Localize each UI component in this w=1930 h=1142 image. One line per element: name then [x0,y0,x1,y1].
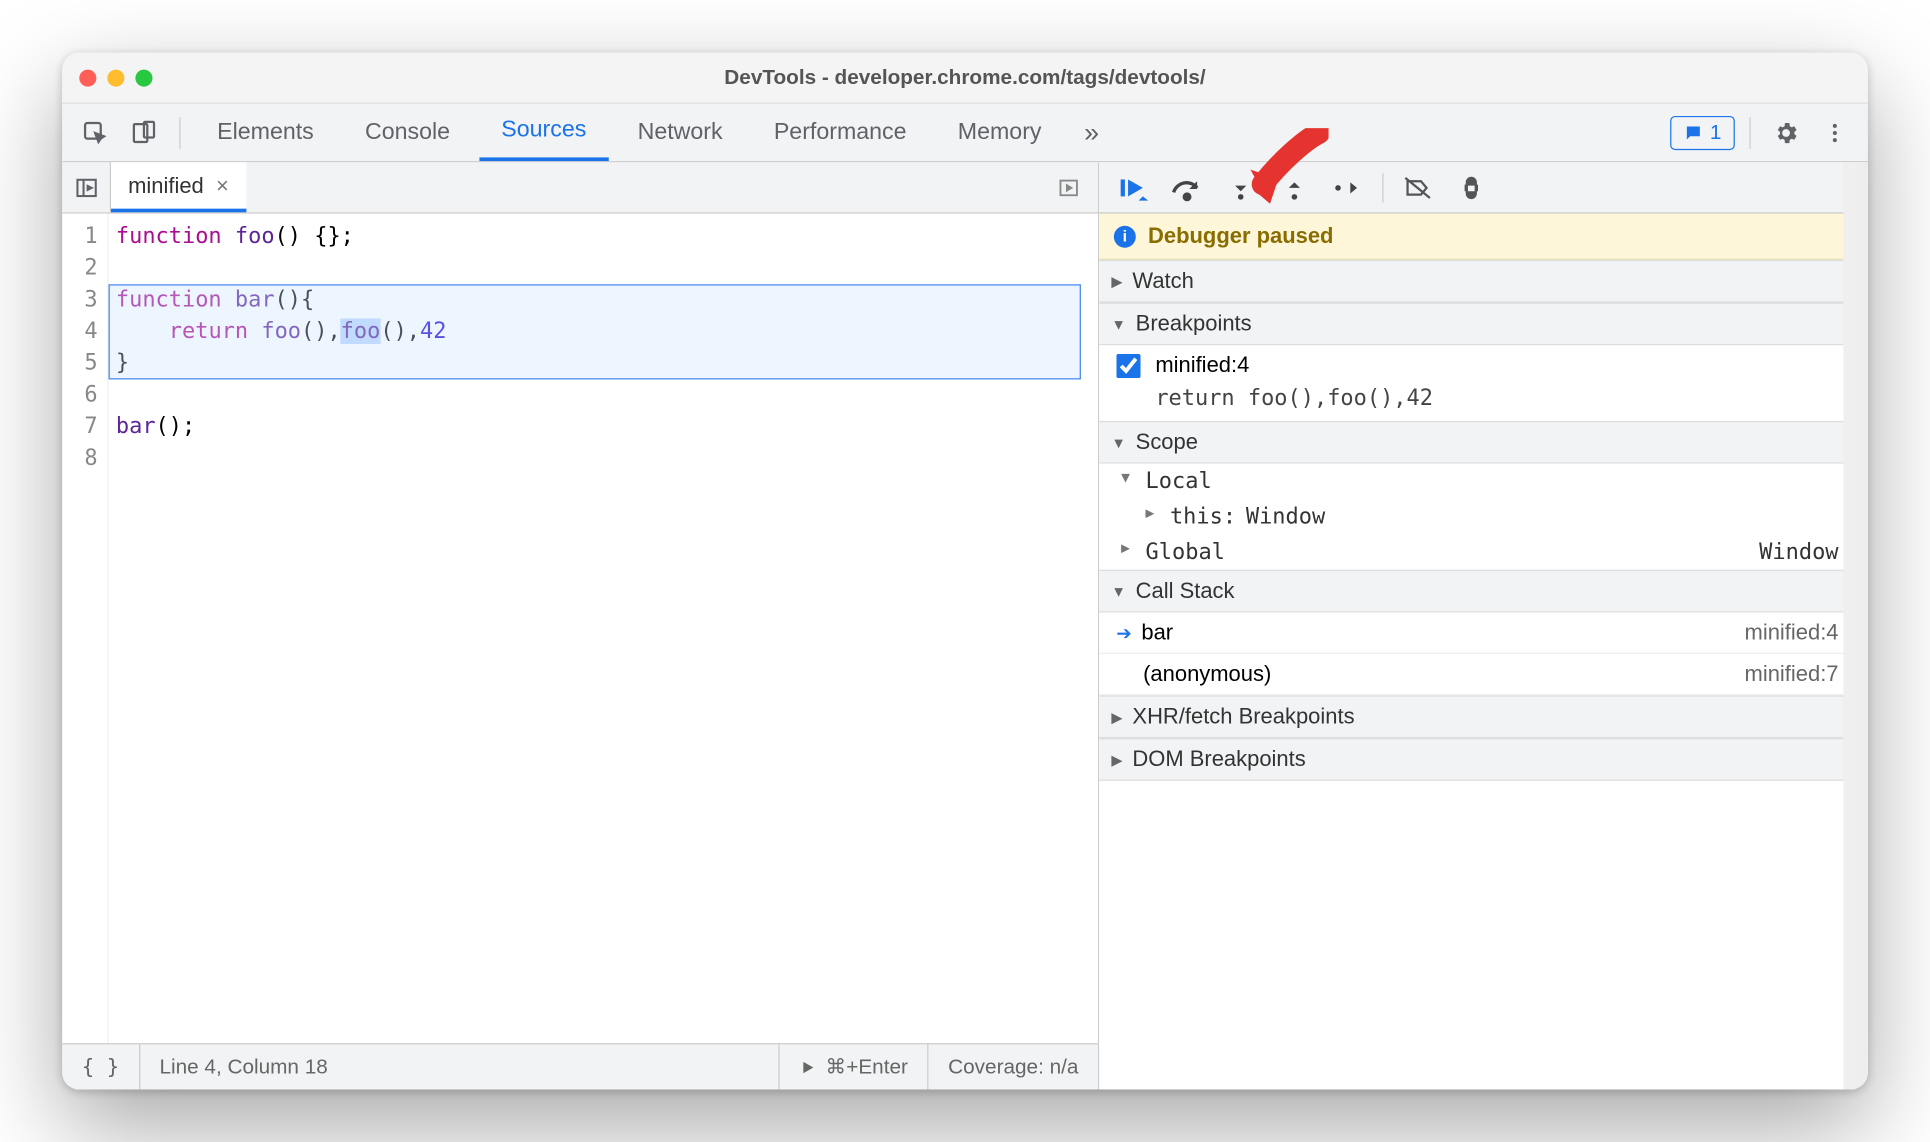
run-snippet-icon[interactable] [1047,176,1098,198]
code-area[interactable]: function foo() {};function bar(){ return… [109,214,1098,1044]
code-editor[interactable]: 12345678 function foo() {};function bar(… [62,214,1098,1044]
info-icon: i [1114,225,1136,247]
debugger-toolbar [1099,162,1855,213]
callstack-frame[interactable]: ➔ bar minified:4 [1099,612,1855,653]
execution-highlight [109,284,1081,379]
more-tabs-icon[interactable]: » [1071,112,1112,153]
code-line[interactable]: bar(); [116,411,1098,443]
chevron-right-icon: ▶ [1111,273,1122,290]
line-number[interactable]: 4 [62,316,97,348]
issues-pill[interactable]: 1 [1670,115,1735,149]
debugger-paused-banner: i Debugger paused [1099,214,1855,260]
scope-global[interactable]: ▶ Global Window [1099,534,1855,569]
inspect-element-icon[interactable] [74,112,115,153]
current-frame-icon: ➔ [1116,622,1131,644]
title-bar: DevTools - developer.chrome.com/tags/dev… [62,53,1868,104]
minimize-window-button[interactable] [107,69,124,86]
tab-memory[interactable]: Memory [936,104,1064,161]
settings-gear-icon[interactable] [1765,112,1806,153]
tab-console[interactable]: Console [343,104,472,161]
chevron-right-icon: ▶ [1111,708,1122,725]
show-navigator-icon[interactable] [62,162,111,213]
chevron-down-icon: ▼ [1121,469,1138,495]
coverage-status[interactable]: Coverage: n/a [929,1044,1098,1089]
chevron-down-icon: ▼ [1111,583,1126,600]
line-number[interactable]: 3 [62,284,97,316]
device-toolbar-icon[interactable] [123,112,164,153]
kebab-menu-icon[interactable] [1814,112,1855,153]
callstack-location: minified:4 [1745,620,1839,646]
chevron-right-icon: ▶ [1146,504,1163,530]
debugger-pane: i Debugger paused ▶ Watch ▼ Breakpoints … [1099,162,1868,1089]
code-line[interactable] [116,443,1098,475]
devtools-toolbar: Elements Console Sources Network Perform… [62,104,1868,163]
line-number[interactable]: 6 [62,379,97,411]
line-number[interactable]: 1 [62,221,97,253]
tab-sources[interactable]: Sources [479,104,608,161]
pretty-print-icon[interactable]: { } [62,1044,140,1089]
line-number[interactable]: 2 [62,253,97,285]
step-over-icon[interactable] [1163,167,1212,208]
line-number-gutter: 12345678 [62,214,108,1044]
callstack-location: minified:7 [1745,661,1839,687]
zoom-window-button[interactable] [135,69,152,86]
code-line[interactable]: function foo() {}; [116,221,1098,253]
chevron-right-icon: ▶ [1121,539,1138,565]
breakpoint-item[interactable]: minified:4 [1099,345,1855,385]
window-title: DevTools - developer.chrome.com/tags/dev… [724,65,1205,89]
section-watch[interactable]: ▶ Watch [1099,260,1855,303]
step-icon[interactable] [1324,167,1373,208]
editor-pane: minified × 12345678 function foo() {};fu… [62,162,1099,1089]
code-line[interactable] [116,253,1098,285]
resume-script-icon[interactable] [1109,167,1158,208]
scope-local[interactable]: ▼ Local [1099,464,1855,499]
section-scope[interactable]: ▼ Scope [1099,421,1855,464]
section-breakpoints[interactable]: ▼ Breakpoints [1099,303,1855,346]
editor-status-bar: { } Line 4, Column 18 ⌘+Enter Coverage: … [62,1043,1098,1089]
banner-text: Debugger paused [1148,223,1333,249]
section-callstack[interactable]: ▼ Call Stack [1099,570,1855,613]
chevron-right-icon: ▶ [1111,751,1122,768]
file-tab-label: minified [128,173,204,199]
main-split: minified × 12345678 function foo() {};fu… [62,162,1868,1089]
deactivate-breakpoints-icon[interactable] [1393,167,1442,208]
tab-network[interactable]: Network [616,104,745,161]
chevron-down-icon: ▼ [1111,434,1126,451]
file-tab-strip: minified × [62,162,1098,213]
code-line[interactable] [116,379,1098,411]
section-xhr-breakpoints[interactable]: ▶ XHR/fetch Breakpoints [1099,695,1855,738]
cursor-position: Line 4, Column 18 [140,1044,779,1089]
section-dom-breakpoints[interactable]: ▶ DOM Breakpoints [1099,738,1855,781]
run-hint[interactable]: ⌘+Enter [779,1044,929,1089]
line-number[interactable]: 5 [62,348,97,380]
callstack-fn: bar [1141,620,1173,646]
annotation-red-arrow-icon [1243,128,1328,206]
pause-on-exceptions-icon[interactable] [1447,167,1496,208]
tab-performance[interactable]: Performance [752,104,929,161]
scope-this[interactable]: ▶ this: Window [1099,499,1855,534]
callstack-fn: (anonymous) [1143,661,1271,687]
chevron-down-icon: ▼ [1111,315,1126,332]
tab-elements[interactable]: Elements [195,104,336,161]
devtools-window: DevTools - developer.chrome.com/tags/dev… [62,53,1868,1090]
file-tab-minified[interactable]: minified × [111,162,246,212]
window-controls [79,69,152,86]
line-number[interactable]: 7 [62,411,97,443]
close-window-button[interactable] [79,69,96,86]
callstack-frame[interactable]: (anonymous) minified:7 [1099,654,1855,695]
line-number[interactable]: 8 [62,443,97,475]
breakpoint-checkbox[interactable] [1116,353,1140,377]
close-file-tab-icon[interactable]: × [216,173,229,199]
issues-count: 1 [1710,120,1722,144]
breakpoint-label: minified:4 [1155,353,1249,379]
breakpoint-code: return foo(),foo(),42 [1099,386,1855,421]
